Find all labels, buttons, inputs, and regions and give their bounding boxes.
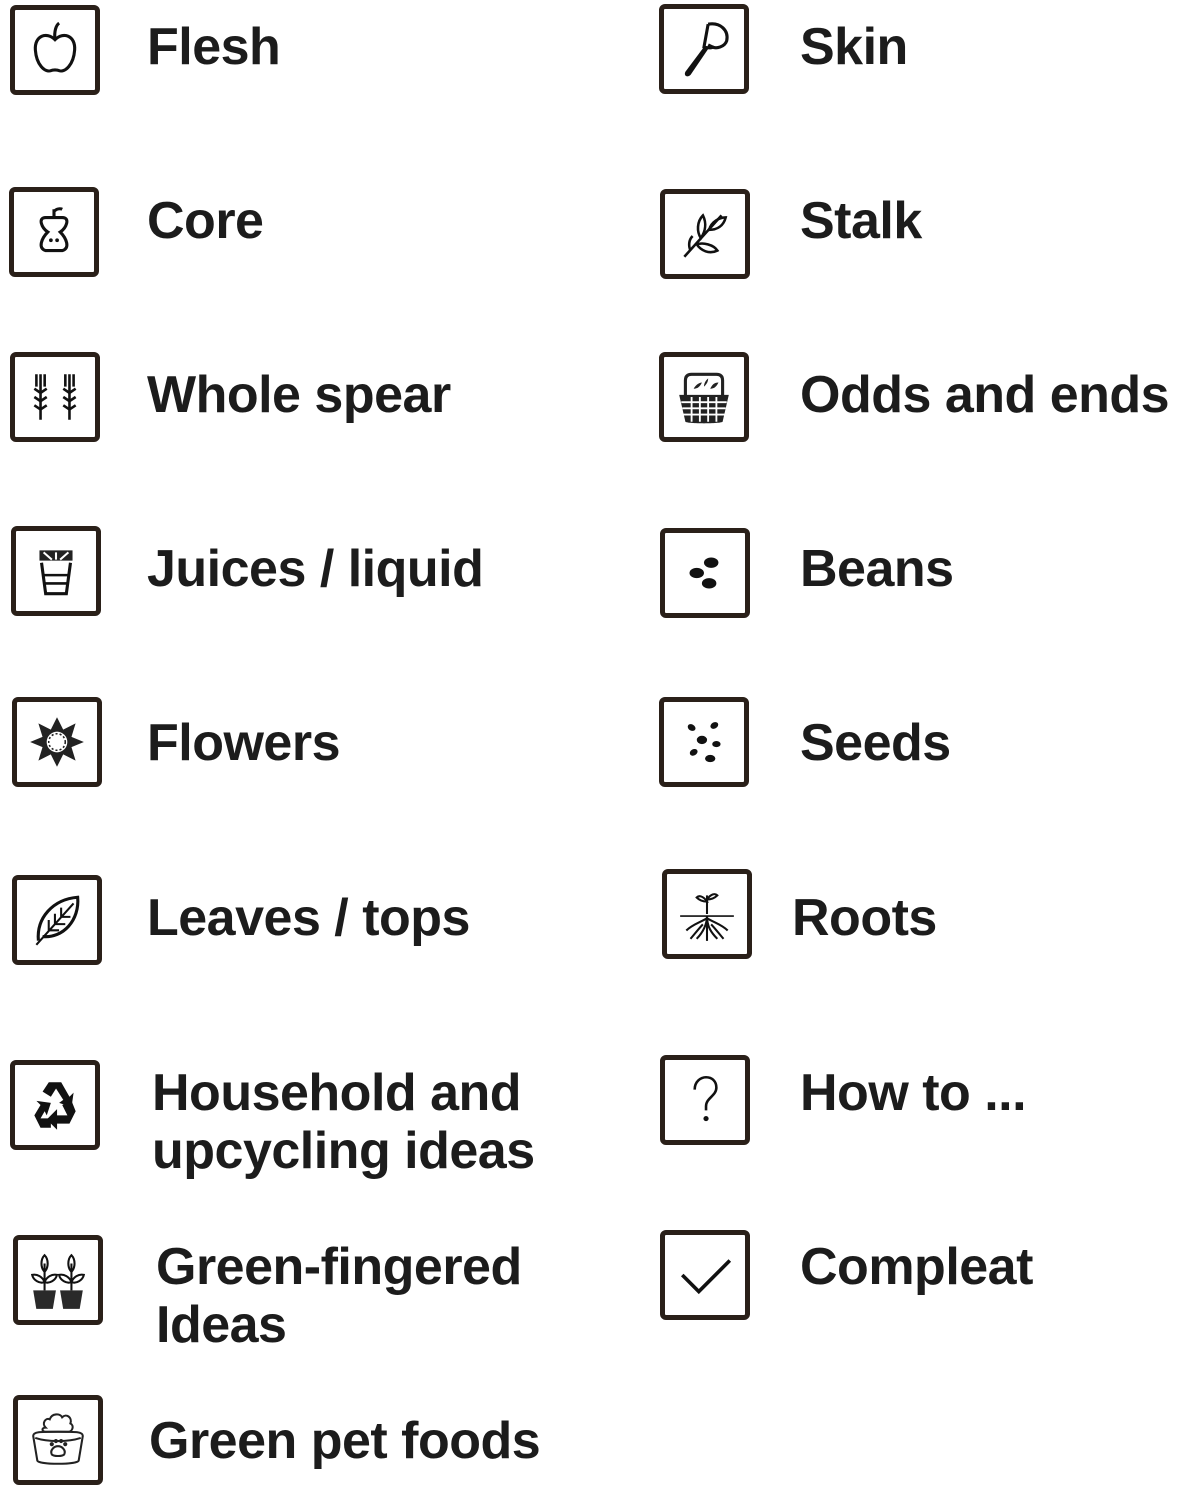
wheat-icon [10, 352, 100, 442]
basket-icon [659, 352, 749, 442]
legend-label: Flowers [147, 714, 341, 772]
legend-label: Flesh [147, 18, 281, 76]
pet-bowl-icon [13, 1395, 103, 1485]
leaf-icon [12, 875, 102, 965]
legend-label: Juices / liquid [147, 540, 484, 598]
roots-icon [662, 869, 752, 959]
legend-label: Whole spear [147, 366, 451, 424]
legend-label: Ideas [156, 1296, 287, 1354]
juice-glass-icon [11, 526, 101, 616]
recycle-icon [10, 1060, 100, 1150]
legend-label: Beans [800, 540, 954, 598]
legend-label: Roots [792, 889, 937, 947]
apple-core-icon [9, 187, 99, 277]
apple-icon [10, 5, 100, 95]
legend-label: Core [147, 192, 264, 250]
legend-label: Odds and ends [800, 366, 1170, 424]
seeds-icon [659, 697, 749, 787]
legend-label: Seeds [800, 714, 951, 772]
legend-label: Household and [152, 1064, 522, 1122]
potted-plants-icon [13, 1235, 103, 1325]
legend-label: Leaves / tops [147, 889, 470, 947]
stalk-icon [660, 189, 750, 279]
question-mark-icon [660, 1055, 750, 1145]
legend-label: Green-fingered [156, 1238, 522, 1296]
legend-label: Stalk [800, 192, 922, 250]
legend-label: upcycling ideas [152, 1122, 535, 1180]
checkmark-icon [660, 1230, 750, 1320]
flower-icon [12, 697, 102, 787]
legend-label: How to ... [800, 1064, 1027, 1122]
legend-label: Green pet foods [149, 1412, 541, 1470]
legend-label: Skin [800, 18, 908, 76]
legend-label: Compleat [800, 1238, 1033, 1296]
beans-icon [660, 528, 750, 618]
peeler-icon [659, 4, 749, 94]
